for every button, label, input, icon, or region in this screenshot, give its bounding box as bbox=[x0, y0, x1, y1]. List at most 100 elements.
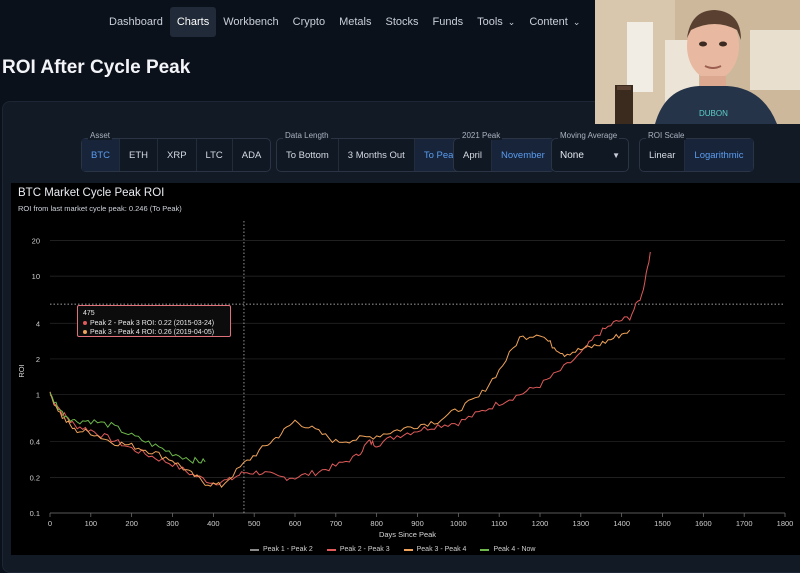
x-tick-label: 1600 bbox=[695, 519, 712, 528]
legend-label: Peak 2 - Peak 3 bbox=[339, 546, 390, 553]
roi-scale-option-linear[interactable]: Linear bbox=[640, 139, 686, 171]
nav-item-label: Funds bbox=[432, 16, 464, 28]
y-tick-label: 10 bbox=[32, 272, 40, 281]
roi-scale-group-label: ROI Scale bbox=[646, 131, 687, 140]
nav-item-label: Tools bbox=[477, 16, 503, 28]
legend-label: Peak 4 - Now bbox=[493, 546, 536, 553]
x-tick-label: 900 bbox=[411, 519, 424, 528]
legend-swatch-icon bbox=[403, 548, 413, 551]
peak-2021-option-november[interactable]: November bbox=[492, 139, 554, 171]
presenter-video-image: DUBON bbox=[595, 0, 800, 124]
asset-option-xrp[interactable]: XRP bbox=[158, 139, 197, 171]
webcam-overlay: DUBON bbox=[595, 0, 800, 124]
asset-option-ltc[interactable]: LTC bbox=[197, 139, 233, 171]
legend-item[interactable]: Peak 4 - Now bbox=[480, 546, 535, 553]
y-tick-label: 20 bbox=[32, 236, 40, 245]
x-tick-label: 1100 bbox=[491, 519, 507, 528]
y-tick-label: 4 bbox=[36, 319, 40, 328]
x-tick-label: 1800 bbox=[777, 519, 794, 528]
y-axis-label: ROI bbox=[17, 364, 26, 377]
x-tick-label: 1300 bbox=[572, 519, 589, 528]
series-line-peak-3-peak-4 bbox=[49, 329, 631, 488]
data-length-option-to-bottom[interactable]: To Bottom bbox=[277, 139, 339, 171]
x-axis-label: Days Since Peak bbox=[379, 530, 436, 539]
tooltip-line-text: Peak 2 - Peak 3 ROI: 0.22 (2015-03-24) bbox=[90, 319, 215, 327]
chart-tooltip: 475 Peak 2 - Peak 3 ROI: 0.22 (2015-03-2… bbox=[77, 305, 231, 337]
legend-label: Peak 1 - Peak 2 bbox=[263, 546, 313, 553]
nav-item-charts[interactable]: Charts bbox=[169, 7, 217, 37]
peak-2021-group-label: 2021 Peak bbox=[460, 131, 503, 140]
peak-2021-group: 2021 Peak April November bbox=[453, 131, 555, 172]
series-dot-icon bbox=[83, 320, 87, 325]
y-tick-label: 0.2 bbox=[30, 473, 40, 482]
series-line-peak-2-peak-3 bbox=[49, 251, 651, 486]
nav-item-label: Charts bbox=[176, 16, 210, 28]
legend-item[interactable]: Peak 3 - Peak 4 bbox=[403, 546, 467, 553]
x-tick-label: 200 bbox=[125, 519, 138, 528]
moving-average-value: None bbox=[560, 149, 584, 161]
svg-text:DUBON: DUBON bbox=[699, 109, 728, 118]
x-tick-label: 500 bbox=[248, 519, 261, 528]
moving-average-select[interactable]: None ▼ bbox=[552, 139, 628, 171]
chevron-down-icon: ▼ bbox=[612, 150, 620, 160]
roi-scale-option-logarithmic[interactable]: Logarithmic bbox=[685, 139, 753, 171]
nav-item-metals[interactable]: Metals bbox=[332, 7, 378, 37]
nav-item-label: Workbench bbox=[223, 16, 279, 28]
y-tick-label: 2 bbox=[36, 355, 40, 364]
peak-2021-option-april[interactable]: April bbox=[454, 139, 493, 171]
chevron-down-icon: ⌄ bbox=[507, 17, 516, 27]
roi-line-chart[interactable]: 0.10.20.412410200 100 200 300 400 500 600 700 80… bbox=[11, 183, 800, 555]
asset-group-label: Asset bbox=[88, 131, 113, 140]
nav-item-label: Metals bbox=[339, 16, 372, 28]
tooltip-line: Peak 3 - Peak 4 ROI: 0.26 (2019-04-05) bbox=[83, 328, 225, 338]
tooltip-line: Peak 2 - Peak 3 ROI: 0.22 (2015-03-24) bbox=[83, 319, 225, 329]
nav-item-label: Dashboard bbox=[109, 16, 163, 28]
y-tick-label: 0.4 bbox=[30, 438, 40, 447]
y-tick-label: 1 bbox=[36, 391, 40, 400]
nav-item-workbench[interactable]: Workbench bbox=[216, 7, 285, 37]
legend-swatch-icon bbox=[250, 548, 259, 551]
nav-item-dashboard[interactable]: Dashboard bbox=[102, 7, 170, 37]
roi-scale-group: ROI Scale Linear Logarithmic bbox=[639, 131, 754, 172]
x-tick-label: 1500 bbox=[654, 519, 671, 528]
nav-item-funds[interactable]: Funds bbox=[426, 7, 471, 37]
chart-controls: Asset BTC ETH XRP LTC ADA Data Length To Bot… bbox=[0, 131, 800, 172]
x-tick-label: 300 bbox=[166, 519, 179, 528]
x-tick-label: 1700 bbox=[736, 519, 753, 528]
data-length-option-3-months-out[interactable]: 3 Months Out bbox=[339, 139, 415, 171]
asset-group: Asset BTC ETH XRP LTC ADA bbox=[81, 131, 272, 172]
y-tick-label: 0.1 bbox=[30, 509, 40, 518]
moving-average-group[interactable]: Moving Average None ▼ bbox=[551, 131, 629, 172]
tooltip-line-text: Peak 3 - Peak 4 ROI: 0.26 (2019-04-05) bbox=[90, 329, 215, 336]
legend-item[interactable]: Peak 2 - Peak 3 bbox=[326, 546, 390, 553]
nav-item-label: Stocks bbox=[385, 16, 419, 28]
x-tick-label: 100 bbox=[85, 519, 98, 528]
series-dot-icon bbox=[83, 330, 87, 335]
nav-item-tools[interactable]: Tools ⌄ bbox=[470, 7, 522, 37]
asset-option-eth[interactable]: ETH bbox=[120, 139, 158, 171]
x-tick-label: 800 bbox=[370, 519, 383, 528]
chart-legend: Peak 1 - Peak 2 Peak 2 - Peak 3 Peak 3 - P… bbox=[250, 546, 535, 553]
legend-swatch-icon bbox=[480, 548, 490, 551]
legend-label: Peak 3 - Peak 4 bbox=[416, 546, 467, 553]
nav-item-label: Crypto bbox=[292, 16, 326, 28]
nav-item-stocks[interactable]: Stocks bbox=[378, 7, 425, 37]
x-tick-label: 1000 bbox=[450, 519, 467, 528]
tooltip-header: 475 bbox=[83, 310, 95, 317]
asset-option-btc[interactable]: BTC bbox=[82, 139, 120, 171]
nav-item-label: Content bbox=[529, 16, 568, 28]
x-tick-label: 1400 bbox=[613, 519, 630, 528]
nav-item-content[interactable]: Content ⌄ bbox=[522, 7, 587, 37]
moving-average-group-label: Moving Average bbox=[558, 131, 620, 140]
chart-area: BTC Market Cycle Peak ROI ROI from last … bbox=[11, 183, 800, 555]
x-tick-label: 0 bbox=[48, 519, 52, 528]
x-tick-label: 400 bbox=[207, 519, 220, 528]
x-tick-label: 1200 bbox=[532, 519, 549, 528]
asset-option-ada[interactable]: ADA bbox=[233, 139, 271, 171]
x-tick-label: 600 bbox=[289, 519, 302, 528]
chevron-down-icon: ⌄ bbox=[572, 17, 581, 27]
page-title: ROI After Cycle Peak bbox=[2, 57, 191, 78]
data-length-group-label: Data Length bbox=[283, 131, 331, 140]
legend-item[interactable]: Peak 1 - Peak 2 bbox=[250, 546, 313, 553]
nav-item-crypto[interactable]: Crypto bbox=[286, 7, 332, 37]
